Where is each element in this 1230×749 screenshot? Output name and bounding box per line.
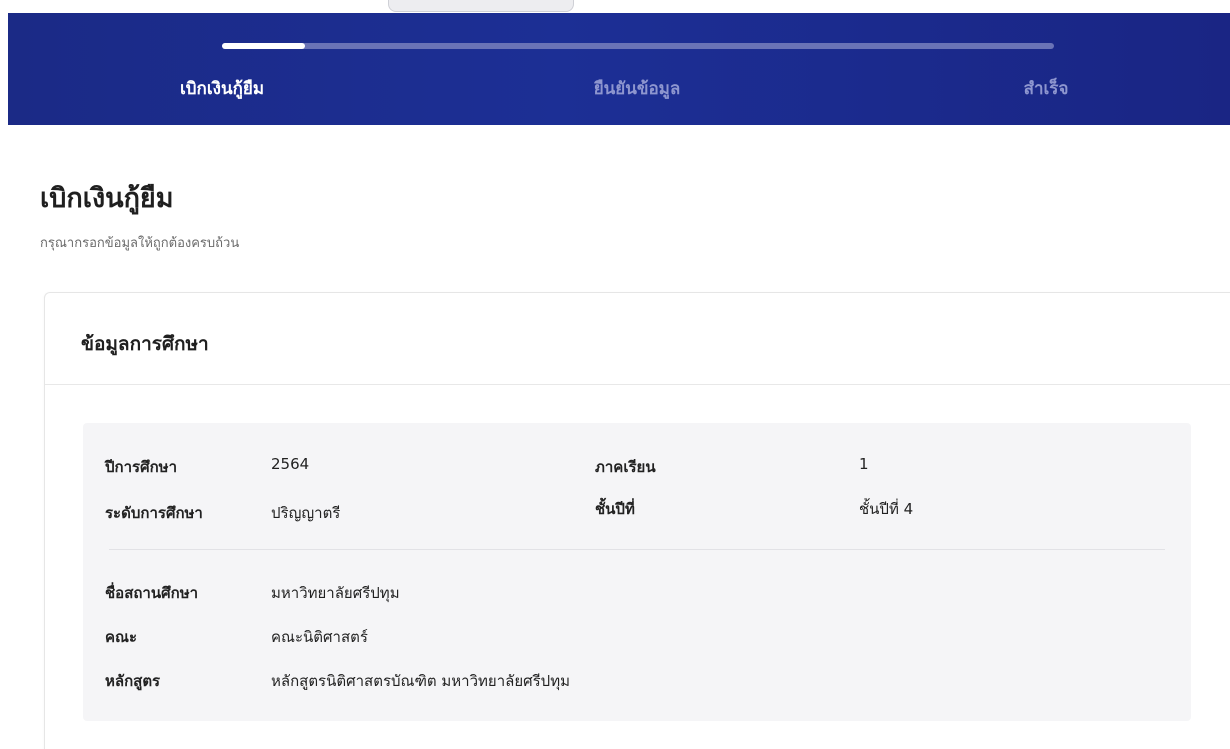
progress-fill <box>222 43 306 49</box>
faculty-label: คณะ <box>105 628 138 646</box>
step-confirm-info: ยืนยันข้อมูล <box>593 79 681 99</box>
faculty-value: คณะนิติศาสตร์ <box>271 628 368 646</box>
education-info-card: ข้อมูลการศึกษา ปีการศึกษา 2564 ภาคเรียน … <box>44 292 1230 749</box>
academic-year-label: ปีการศึกษา <box>105 458 177 476</box>
institution-label: ชื่อสถานศึกษา <box>105 584 199 602</box>
year-level-value: ชั้นปีที่ 4 <box>859 500 914 518</box>
step-withdraw-loan: เบิกเงินกู้ยืม <box>179 79 265 99</box>
page-title: เบิกเงินกู้ยืม <box>40 183 174 214</box>
info-divider <box>109 549 1165 550</box>
card-header: ข้อมูลการศึกษา <box>45 293 1230 385</box>
semester-value: 1 <box>859 455 869 473</box>
year-level-label: ชั้นปีที่ <box>595 500 635 518</box>
semester-label: ภาคเรียน <box>595 458 656 476</box>
browser-tab-stub <box>388 0 574 12</box>
program-value: หลักสูตรนิติศาสตรบัณฑิต มหาวิทยาลัยศรีปท… <box>271 672 570 690</box>
page-subtitle: กรุณากรอกข้อมูลให้ถูกต้องครบถ้วน <box>40 236 240 251</box>
card-title: ข้อมูลการศึกษา <box>81 333 209 355</box>
step-success: สำเร็จ <box>1023 79 1069 99</box>
education-info-box: ปีการศึกษา 2564 ภาคเรียน 1 ระดับการศึกษา… <box>83 423 1191 721</box>
progress-stepper: เบิกเงินกู้ยืม ยืนยันข้อมูล สำเร็จ <box>8 13 1230 125</box>
education-level-label: ระดับการศึกษา <box>105 504 203 522</box>
institution-value: มหาวิทยาลัยศรีปทุม <box>271 584 400 602</box>
progress-track <box>222 43 1054 49</box>
academic-year-value: 2564 <box>271 455 310 473</box>
program-label: หลักสูตร <box>105 672 161 690</box>
education-level-value: ปริญญาตรี <box>271 504 341 522</box>
